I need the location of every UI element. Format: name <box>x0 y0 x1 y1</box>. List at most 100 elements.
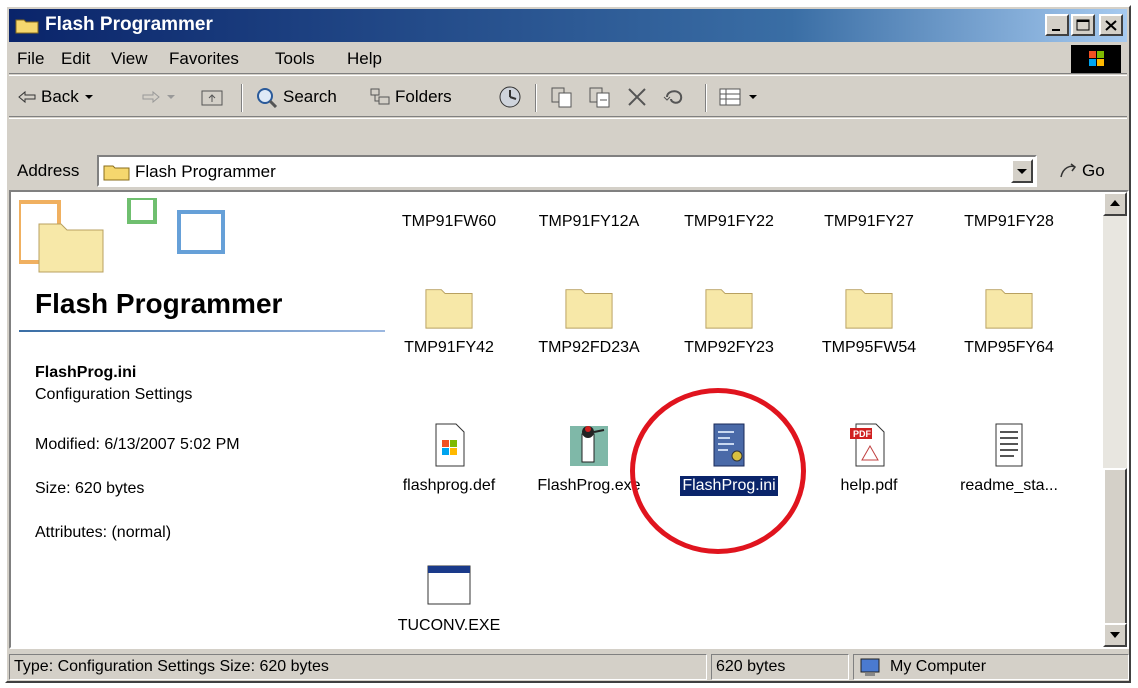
file-size: Size: 620 bytes <box>35 480 145 497</box>
file-label: FlashProg.ini <box>680 476 778 496</box>
delete-x-icon <box>628 88 646 106</box>
copy-to-icon <box>589 87 610 108</box>
views-grid-icon <box>719 88 741 106</box>
search-label: Search <box>283 87 337 106</box>
folder-item[interactable]: TMP91FY27 <box>799 212 939 232</box>
undo-icon <box>663 90 683 104</box>
pdf-icon: PDF <box>850 423 885 467</box>
folder-label: TMP95FW54 <box>821 339 917 356</box>
folder-icon <box>565 289 613 329</box>
file-item[interactable]: TUCONV.EXE <box>379 560 519 636</box>
menu-help[interactable]: Help <box>347 49 382 69</box>
up-folder-button[interactable] <box>199 85 225 109</box>
explorer-window: Flash Programmer File Edit View Favorite… <box>5 5 1131 683</box>
windows-flag-icon <box>1089 51 1104 66</box>
folder-item[interactable]: TMP91FW60 <box>379 212 519 232</box>
exe-window-icon <box>427 565 471 605</box>
back-button[interactable]: Back <box>17 85 95 109</box>
move-to-button[interactable] <box>549 85 575 109</box>
folder-item[interactable]: TMP92FD23A <box>519 282 659 358</box>
delete-button[interactable] <box>625 85 649 109</box>
menu-file[interactable]: File <box>17 49 44 69</box>
svg-text:PDF: PDF <box>853 429 872 439</box>
chevron-down-icon <box>749 95 757 99</box>
ini-settings-icon <box>713 423 745 467</box>
selected-file-name: FlashProg.ini <box>35 364 137 381</box>
file-label: help.pdf <box>840 477 898 494</box>
windows-logo <box>1071 45 1121 73</box>
folders-button[interactable]: Folders <box>369 85 452 109</box>
menu-view[interactable]: View <box>111 49 148 69</box>
file-label: readme_sta... <box>960 477 1058 494</box>
file-label: TUCONV.EXE <box>397 617 501 634</box>
folder-item[interactable]: TMP91FY22 <box>659 212 799 232</box>
maximize-button[interactable] <box>1071 14 1095 36</box>
back-arrow-icon <box>18 90 36 104</box>
scroll-thumb[interactable] <box>1103 468 1127 625</box>
folder-item[interactable]: TMP95FY64 <box>939 282 1079 358</box>
go-label: Go <box>1082 161 1105 180</box>
folder-title: Flash Programmer <box>35 288 283 319</box>
folder-item[interactable]: TMP91FY28 <box>939 212 1079 232</box>
status-bar: Type: Configuration Settings Size: 620 b… <box>9 652 1129 682</box>
scroll-up-button[interactable] <box>1103 192 1127 216</box>
undo-button[interactable] <box>661 85 687 109</box>
my-computer-icon <box>860 658 880 676</box>
address-value: Flash Programmer <box>135 162 276 181</box>
folder-label: TMP95FY64 <box>964 339 1054 356</box>
history-clock-icon <box>499 86 521 108</box>
address-label: Address <box>17 161 80 180</box>
scroll-up-icon <box>1110 200 1120 206</box>
status-type: Type: Configuration Settings Size: 620 b… <box>9 654 707 680</box>
search-icon <box>257 88 278 108</box>
menu-tools[interactable]: Tools <box>275 49 315 69</box>
go-button[interactable]: Go <box>1057 161 1105 181</box>
folders-label: Folders <box>395 87 452 106</box>
title-bar[interactable]: Flash Programmer <box>9 9 1127 42</box>
close-button[interactable] <box>1099 14 1123 36</box>
status-size: 620 bytes <box>711 654 849 680</box>
folder-label: TMP92FD23A <box>538 339 640 356</box>
scroll-down-button[interactable] <box>1103 623 1127 647</box>
address-bar: Address Flash Programmer Go <box>9 118 1127 188</box>
file-item[interactable]: FlashProg.exe <box>519 420 659 496</box>
folder-icon <box>845 289 893 329</box>
folder-label: TMP91FY42 <box>404 339 494 356</box>
search-button[interactable]: Search <box>255 85 337 109</box>
file-item[interactable]: flashprog.def <box>379 420 519 496</box>
folder-label: TMP91FY22 <box>684 213 774 230</box>
title-underline <box>19 330 385 332</box>
history-button[interactable] <box>497 85 523 109</box>
views-button[interactable] <box>717 85 759 109</box>
address-field[interactable]: Flash Programmer <box>97 155 1037 187</box>
selected-file-type: Configuration Settings <box>35 386 193 403</box>
file-item-selected[interactable]: FlashProg.ini <box>659 420 799 496</box>
window-title: Flash Programmer <box>45 14 213 35</box>
file-list-view[interactable]: Flash Programmer FlashProg.ini Configura… <box>9 190 1129 649</box>
folder-item[interactable]: TMP95FW54 <box>799 282 939 358</box>
folder-item[interactable]: TMP91FY12A <box>519 212 659 232</box>
folder-icon <box>985 289 1033 329</box>
folder-banner-icon <box>19 198 225 273</box>
folder-item[interactable]: TMP92FY23 <box>659 282 799 358</box>
folder-label: TMP91FY27 <box>824 213 914 230</box>
folder-label: TMP91FW60 <box>401 213 497 230</box>
minimize-button[interactable] <box>1045 14 1069 36</box>
file-item[interactable]: readme_sta... <box>939 420 1079 496</box>
vertical-scrollbar[interactable] <box>1103 192 1127 647</box>
address-dropdown-button[interactable] <box>1011 159 1033 183</box>
back-label: Back <box>41 87 79 106</box>
toolbar: Back Search Folders <box>9 75 1127 117</box>
menu-favorites[interactable]: Favorites <box>169 49 239 69</box>
menu-edit[interactable]: Edit <box>61 49 90 69</box>
chevron-down-icon <box>167 95 175 99</box>
file-item[interactable]: PDF help.pdf <box>799 420 939 496</box>
up-folder-icon <box>201 90 223 106</box>
chevron-down-icon <box>1017 169 1027 174</box>
folder-item[interactable]: TMP91FY42 <box>379 282 519 358</box>
menu-bar: File Edit View Favorites Tools Help <box>9 44 1127 74</box>
copy-to-button[interactable] <box>587 85 613 109</box>
forward-button[interactable] <box>139 85 177 109</box>
file-attributes: Attributes: (normal) <box>35 524 172 541</box>
folder-label: TMP92FY23 <box>684 339 774 356</box>
